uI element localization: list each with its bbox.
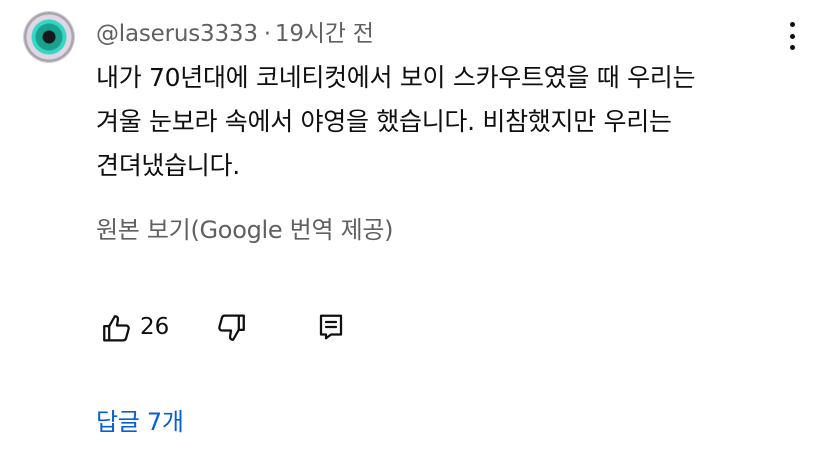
avatar[interactable]	[24, 12, 74, 62]
reply-button[interactable]	[316, 312, 346, 342]
more-vert-icon	[789, 22, 795, 27]
see-original-link[interactable]: 원본 보기(Google 번역 제공)	[96, 210, 393, 245]
comment-header: @laserus3333 · 19시간 전	[96, 14, 374, 48]
thumb-down-icon	[218, 314, 245, 341]
comment-text: 내가 70년대에 코네티컷에서 보이 스카우트였을 때 우리는 겨울 눈보라 속…	[96, 56, 816, 188]
more-options-button[interactable]	[780, 22, 804, 50]
replies-button[interactable]: 답글 7개	[96, 402, 184, 437]
comment-line: 견뎌냈습니다.	[96, 151, 240, 180]
thumb-up-icon	[103, 315, 130, 342]
dislike-button[interactable]	[214, 310, 248, 344]
comment-line: 겨울 눈보라 속에서 야영을 했습니다. 비참했지만 우리는	[96, 107, 672, 136]
separator: ·	[263, 21, 271, 47]
comment-line: 내가 70년대에 코네티컷에서 보이 스카우트였을 때 우리는	[96, 63, 696, 92]
reply-icon	[319, 314, 343, 340]
comment-time[interactable]: 19시간 전	[275, 21, 374, 47]
like-count: 26	[140, 314, 170, 340]
author-name[interactable]: @laserus3333	[96, 21, 258, 47]
like-button[interactable]	[100, 312, 134, 346]
